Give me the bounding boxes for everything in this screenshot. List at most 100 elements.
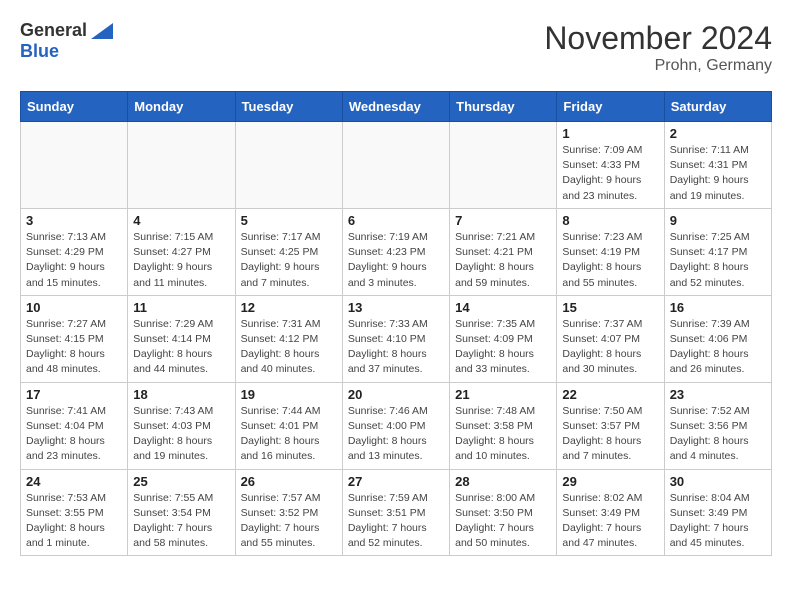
page: General Blue November 2024 Prohn, German… <box>0 0 792 566</box>
day-info: Sunrise: 7:11 AM Sunset: 4:31 PM Dayligh… <box>670 143 766 204</box>
day-info: Sunrise: 8:04 AM Sunset: 3:49 PM Dayligh… <box>670 491 766 552</box>
day-info: Sunrise: 7:09 AM Sunset: 4:33 PM Dayligh… <box>562 143 658 204</box>
table-row: 2Sunrise: 7:11 AM Sunset: 4:31 PM Daylig… <box>664 122 771 209</box>
table-row: 21 Sunrise: 7:48 AM Sunset: 3:58 PM Dayli… <box>450 382 557 469</box>
day-number: 22 <box>562 387 658 402</box>
day-info: Sunrise: 7:27 AM Sunset: 4:15 PM Dayligh… <box>26 317 122 378</box>
table-row: 24 Sunrise: 7:53 AM Sunset: 3:55 PM Dayli… <box>21 469 128 556</box>
day-number: 4 <box>133 213 229 228</box>
day-number: 25 <box>133 474 229 489</box>
table-row: 27 Sunrise: 7:59 AM Sunset: 3:51 PM Dayli… <box>342 469 449 556</box>
day-info: Sunrise: 7:43 AM Sunset: 4:03 PM Dayligh… <box>133 404 229 465</box>
day-number: 8 <box>562 213 658 228</box>
table-row: 30Sunrise: 8:04 AM Sunset: 3:49 PM Dayli… <box>664 469 771 556</box>
table-row: 20 Sunrise: 7:46 AM Sunset: 4:00 PM Dayli… <box>342 382 449 469</box>
table-row <box>21 122 128 209</box>
table-row: 3 Sunrise: 7:13 AM Sunset: 4:29 PM Daylig… <box>21 208 128 295</box>
day-number: 24 <box>26 474 122 489</box>
table-row: 4 Sunrise: 7:15 AM Sunset: 4:27 PM Daylig… <box>128 208 235 295</box>
day-number: 21 <box>455 387 551 402</box>
day-info: Sunrise: 7:21 AM Sunset: 4:21 PM Dayligh… <box>455 230 551 291</box>
day-number: 1 <box>562 126 658 141</box>
table-row: 7 Sunrise: 7:21 AM Sunset: 4:21 PM Daylig… <box>450 208 557 295</box>
day-info: Sunrise: 7:37 AM Sunset: 4:07 PM Dayligh… <box>562 317 658 378</box>
day-number: 14 <box>455 300 551 315</box>
table-row: 5Sunrise: 7:17 AM Sunset: 4:25 PM Daylig… <box>235 208 342 295</box>
col-thursday: Thursday <box>450 92 557 122</box>
table-row <box>450 122 557 209</box>
day-number: 12 <box>241 300 337 315</box>
header: General Blue November 2024 Prohn, German… <box>20 20 772 75</box>
col-sunday: Sunday <box>21 92 128 122</box>
table-row: 26Sunrise: 7:57 AM Sunset: 3:52 PM Dayli… <box>235 469 342 556</box>
calendar-table: Sunday Monday Tuesday Wednesday Thursday… <box>20 91 772 556</box>
table-row: 10Sunrise: 7:27 AM Sunset: 4:15 PM Dayli… <box>21 295 128 382</box>
day-info: Sunrise: 7:15 AM Sunset: 4:27 PM Dayligh… <box>133 230 229 291</box>
day-info: Sunrise: 7:48 AM Sunset: 3:58 PM Dayligh… <box>455 404 551 465</box>
day-info: Sunrise: 7:29 AM Sunset: 4:14 PM Dayligh… <box>133 317 229 378</box>
day-number: 6 <box>348 213 444 228</box>
day-number: 13 <box>348 300 444 315</box>
calendar-week-row: 17Sunrise: 7:41 AM Sunset: 4:04 PM Dayli… <box>21 382 772 469</box>
day-info: Sunrise: 7:23 AM Sunset: 4:19 PM Dayligh… <box>562 230 658 291</box>
calendar-week-row: 24 Sunrise: 7:53 AM Sunset: 3:55 PM Dayli… <box>21 469 772 556</box>
day-number: 7 <box>455 213 551 228</box>
day-info: Sunrise: 7:19 AM Sunset: 4:23 PM Dayligh… <box>348 230 444 291</box>
day-info: Sunrise: 7:31 AM Sunset: 4:12 PM Dayligh… <box>241 317 337 378</box>
day-info: Sunrise: 7:41 AM Sunset: 4:04 PM Dayligh… <box>26 404 122 465</box>
calendar-week-row: 1 Sunrise: 7:09 AM Sunset: 4:33 PM Daylig… <box>21 122 772 209</box>
day-info: Sunrise: 7:52 AM Sunset: 3:56 PM Dayligh… <box>670 404 766 465</box>
day-number: 16 <box>670 300 766 315</box>
day-number: 27 <box>348 474 444 489</box>
day-number: 3 <box>26 213 122 228</box>
day-info: Sunrise: 7:44 AM Sunset: 4:01 PM Dayligh… <box>241 404 337 465</box>
table-row: 15 Sunrise: 7:37 AM Sunset: 4:07 PM Dayli… <box>557 295 664 382</box>
day-info: Sunrise: 8:02 AM Sunset: 3:49 PM Dayligh… <box>562 491 658 552</box>
day-info: Sunrise: 7:13 AM Sunset: 4:29 PM Dayligh… <box>26 230 122 291</box>
day-number: 20 <box>348 387 444 402</box>
col-monday: Monday <box>128 92 235 122</box>
table-row: 1 Sunrise: 7:09 AM Sunset: 4:33 PM Daylig… <box>557 122 664 209</box>
logo-general-text: General <box>20 20 87 41</box>
table-row <box>128 122 235 209</box>
logo: General Blue <box>20 20 113 62</box>
table-row: 23 Sunrise: 7:52 AM Sunset: 3:56 PM Dayli… <box>664 382 771 469</box>
day-number: 28 <box>455 474 551 489</box>
table-row: 12 Sunrise: 7:31 AM Sunset: 4:12 PM Dayli… <box>235 295 342 382</box>
calendar-week-row: 10Sunrise: 7:27 AM Sunset: 4:15 PM Dayli… <box>21 295 772 382</box>
day-info: Sunrise: 8:00 AM Sunset: 3:50 PM Dayligh… <box>455 491 551 552</box>
day-info: Sunrise: 7:55 AM Sunset: 3:54 PM Dayligh… <box>133 491 229 552</box>
col-wednesday: Wednesday <box>342 92 449 122</box>
table-row: 6 Sunrise: 7:19 AM Sunset: 4:23 PM Daylig… <box>342 208 449 295</box>
col-saturday: Saturday <box>664 92 771 122</box>
table-row: 11 Sunrise: 7:29 AM Sunset: 4:14 PM Dayli… <box>128 295 235 382</box>
table-row: 18Sunrise: 7:43 AM Sunset: 4:03 PM Dayli… <box>128 382 235 469</box>
day-number: 5 <box>241 213 337 228</box>
day-info: Sunrise: 7:57 AM Sunset: 3:52 PM Dayligh… <box>241 491 337 552</box>
day-number: 29 <box>562 474 658 489</box>
title-section: November 2024 Prohn, Germany <box>544 20 772 75</box>
day-number: 11 <box>133 300 229 315</box>
table-row: 14 Sunrise: 7:35 AM Sunset: 4:09 PM Dayli… <box>450 295 557 382</box>
day-info: Sunrise: 7:59 AM Sunset: 3:51 PM Dayligh… <box>348 491 444 552</box>
day-info: Sunrise: 7:33 AM Sunset: 4:10 PM Dayligh… <box>348 317 444 378</box>
day-info: Sunrise: 7:53 AM Sunset: 3:55 PM Dayligh… <box>26 491 122 552</box>
table-row: 19Sunrise: 7:44 AM Sunset: 4:01 PM Dayli… <box>235 382 342 469</box>
table-row: 29 Sunrise: 8:02 AM Sunset: 3:49 PM Dayli… <box>557 469 664 556</box>
table-row: 22 Sunrise: 7:50 AM Sunset: 3:57 PM Dayli… <box>557 382 664 469</box>
calendar-week-row: 3 Sunrise: 7:13 AM Sunset: 4:29 PM Daylig… <box>21 208 772 295</box>
day-info: Sunrise: 7:39 AM Sunset: 4:06 PM Dayligh… <box>670 317 766 378</box>
day-number: 15 <box>562 300 658 315</box>
day-info: Sunrise: 7:35 AM Sunset: 4:09 PM Dayligh… <box>455 317 551 378</box>
col-friday: Friday <box>557 92 664 122</box>
table-row: 13 Sunrise: 7:33 AM Sunset: 4:10 PM Dayli… <box>342 295 449 382</box>
table-row: 8 Sunrise: 7:23 AM Sunset: 4:19 PM Daylig… <box>557 208 664 295</box>
day-info: Sunrise: 7:50 AM Sunset: 3:57 PM Dayligh… <box>562 404 658 465</box>
table-row: 25 Sunrise: 7:55 AM Sunset: 3:54 PM Dayli… <box>128 469 235 556</box>
table-row: 28 Sunrise: 8:00 AM Sunset: 3:50 PM Dayli… <box>450 469 557 556</box>
logo-blue-text: Blue <box>20 41 59 62</box>
logo-icon <box>91 23 113 39</box>
table-row <box>342 122 449 209</box>
day-info: Sunrise: 7:46 AM Sunset: 4:00 PM Dayligh… <box>348 404 444 465</box>
day-number: 23 <box>670 387 766 402</box>
